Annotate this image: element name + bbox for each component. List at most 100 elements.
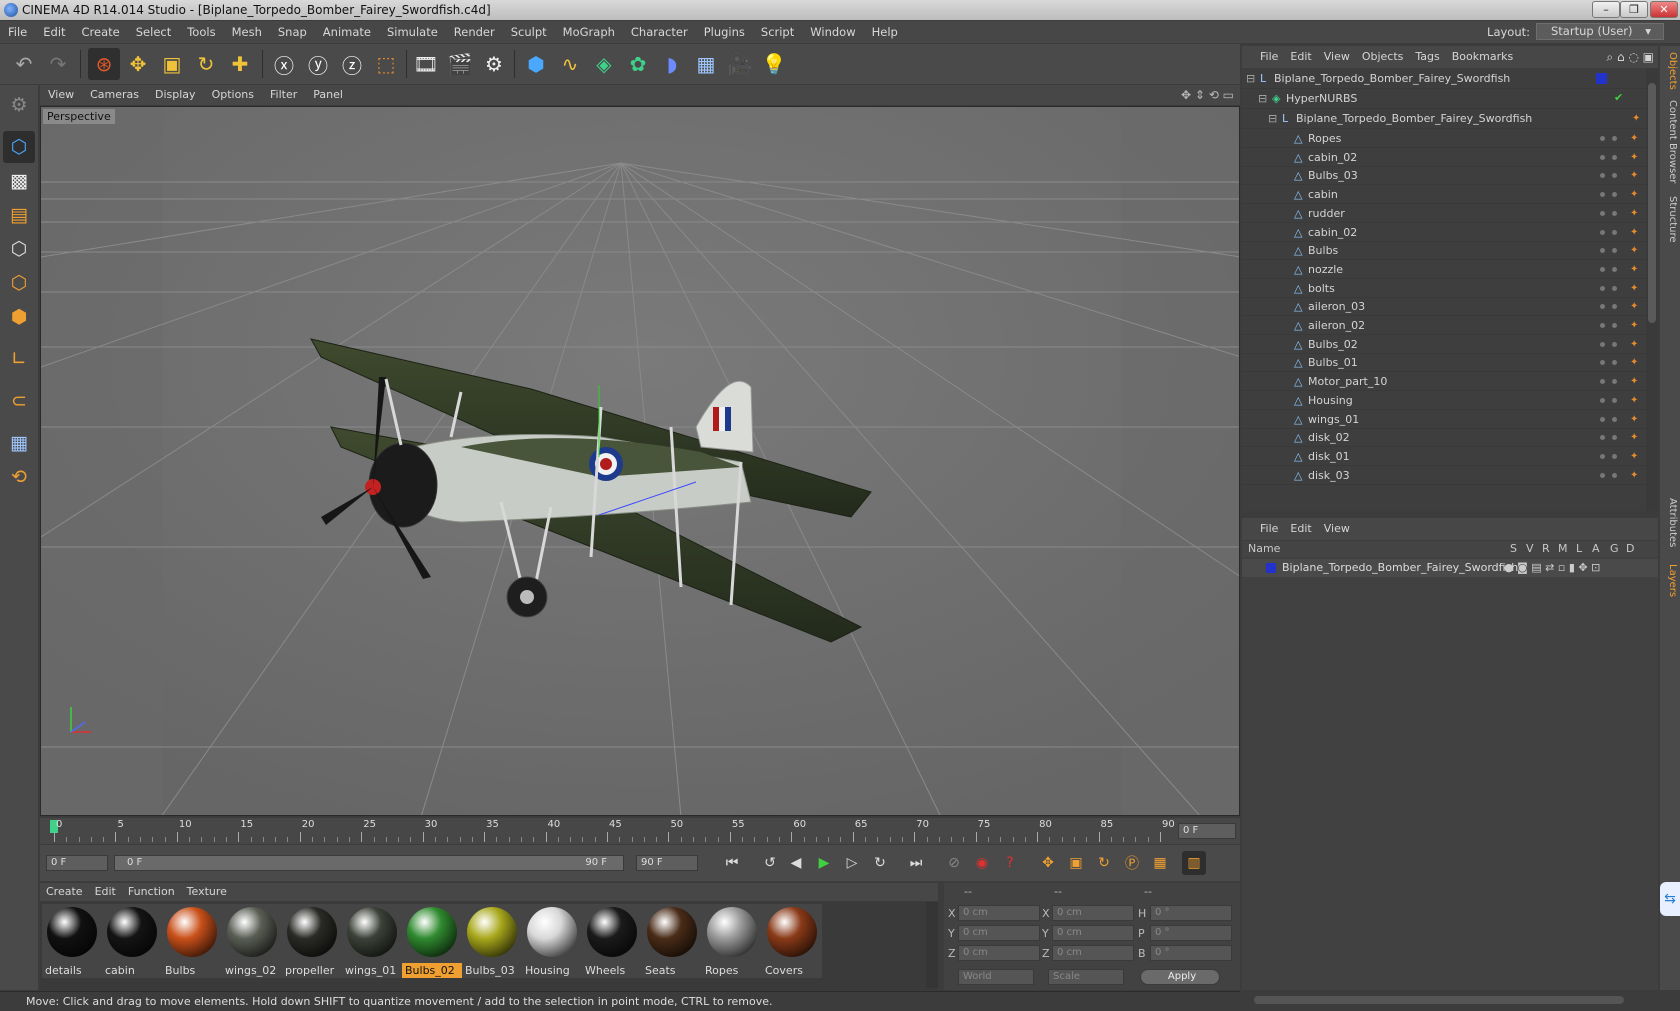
- viewport-menu-view[interactable]: View: [40, 85, 82, 105]
- previous-key-icon[interactable]: ↺: [758, 851, 782, 875]
- apply-button[interactable]: Apply: [1140, 969, 1220, 985]
- layer-color-swatch[interactable]: [1266, 563, 1276, 573]
- camera-icon[interactable]: 🎥: [724, 48, 756, 80]
- object-row[interactable]: △ Bulbs_01 ✦: [1242, 353, 1646, 373]
- nurbs-icon[interactable]: ◈: [588, 48, 620, 80]
- editor-visibility-dot[interactable]: [1600, 266, 1605, 272]
- object-row[interactable]: △ aileron_02 ✦: [1242, 316, 1646, 335]
- object-row-root[interactable]: ⊟ L Biplane_Torpedo_Bomber_Fairey_Swordf…: [1242, 69, 1646, 89]
- phong-tag-icon[interactable]: ✦: [1630, 395, 1642, 407]
- go-to-start-icon[interactable]: ⏮: [720, 851, 744, 875]
- object-row[interactable]: △ bolts ✦: [1242, 279, 1646, 298]
- viewport-menu-display[interactable]: Display: [147, 85, 204, 105]
- timeline-window-icon[interactable]: ▥: [1182, 851, 1206, 875]
- object-row[interactable]: △ cabin_02 ✦: [1242, 223, 1646, 242]
- material-swatch[interactable]: cabin: [102, 904, 162, 978]
- collapse-icon[interactable]: ⊟: [1268, 113, 1280, 125]
- object-row[interactable]: △ Motor_part_10 ✦: [1242, 372, 1646, 392]
- render-visibility-dot[interactable]: [1612, 266, 1617, 272]
- material-swatch[interactable]: wings_02: [222, 904, 282, 978]
- object-row[interactable]: △ Bulbs_02 ✦: [1242, 335, 1646, 354]
- floor-icon[interactable]: ▦: [690, 48, 722, 80]
- object-row[interactable]: △ disk_03 ✦: [1242, 466, 1646, 485]
- phong-tag-icon[interactable]: ✦: [1630, 227, 1642, 239]
- menu-window[interactable]: Window: [802, 21, 863, 43]
- coord-system-select[interactable]: World: [958, 969, 1034, 985]
- key-rotation-icon[interactable]: ↻: [1092, 851, 1116, 875]
- editor-visibility-dot[interactable]: [1600, 453, 1605, 459]
- phong-tag-icon[interactable]: ✦: [1630, 339, 1642, 351]
- render-picture-viewer-icon[interactable]: 🎬: [444, 48, 476, 80]
- phong-tag-icon[interactable]: ✦: [1630, 245, 1642, 257]
- menu-character[interactable]: Character: [623, 21, 696, 43]
- material-swatch[interactable]: Housing: [522, 904, 582, 978]
- object-row[interactable]: △ Housing ✦: [1242, 391, 1646, 410]
- menu-render[interactable]: Render: [446, 21, 503, 43]
- obj-search-icon[interactable]: ⌕ ⌂ ◌ ▣: [1606, 46, 1654, 68]
- phong-tag-icon[interactable]: ✦: [1630, 432, 1642, 444]
- layer-manager-hscrollbar[interactable]: [1242, 990, 1658, 1010]
- rotation-h-field[interactable]: 0 °: [1150, 905, 1232, 921]
- redo-button[interactable]: ↷: [42, 48, 74, 80]
- editor-visibility-dot[interactable]: [1600, 248, 1605, 254]
- phong-tag-icon[interactable]: ✦: [1630, 189, 1642, 201]
- render-visibility-dot[interactable]: [1612, 248, 1617, 254]
- position-z-field[interactable]: 0 cm: [958, 945, 1040, 961]
- editor-visibility-dot[interactable]: [1600, 304, 1605, 310]
- material-menu-create[interactable]: Create: [40, 883, 89, 901]
- tab-structure[interactable]: Structure: [1662, 196, 1678, 243]
- editor-visibility-dot[interactable]: [1600, 416, 1605, 422]
- object-row[interactable]: △ wings_01 ✦: [1242, 410, 1646, 429]
- object-row-hypernurbs[interactable]: ⊟ ◈ HyperNURBS ✔: [1242, 89, 1646, 109]
- cube-object-icon[interactable]: ⬢: [520, 48, 552, 80]
- snap-icon[interactable]: ⟲: [3, 461, 35, 493]
- object-row[interactable]: △ Bulbs_03 ✦: [1242, 166, 1646, 186]
- y-axis-lock-icon[interactable]: ⓨ: [302, 48, 334, 80]
- material-swatch[interactable]: Bulbs_02: [402, 904, 462, 978]
- menu-mesh[interactable]: Mesh: [224, 21, 270, 43]
- close-button[interactable]: ✕: [1650, 1, 1678, 18]
- obj-menu-bookmarks[interactable]: Bookmarks: [1446, 46, 1519, 68]
- layer-menu-file[interactable]: File: [1242, 518, 1284, 540]
- phong-tag-icon[interactable]: ✦: [1630, 376, 1642, 388]
- magnet-icon[interactable]: ⊂: [3, 385, 35, 417]
- object-row[interactable]: △ Bulbs ✦: [1242, 241, 1646, 261]
- rotation-b-field[interactable]: 0 °: [1150, 945, 1232, 961]
- viewport-menu-cameras[interactable]: Cameras: [82, 85, 147, 105]
- render-visibility-dot[interactable]: [1612, 285, 1617, 291]
- editor-visibility-dot[interactable]: [1600, 285, 1605, 291]
- next-key-icon[interactable]: ↻: [868, 851, 892, 875]
- workplane-mode-icon[interactable]: ▤: [3, 199, 35, 231]
- play-icon[interactable]: ▶: [812, 851, 836, 875]
- remote-support-icon[interactable]: ⇆: [1660, 882, 1680, 916]
- material-swatch[interactable]: propeller: [282, 904, 342, 978]
- go-to-end-icon[interactable]: ⏭: [904, 851, 928, 875]
- menu-script[interactable]: Script: [753, 21, 802, 43]
- render-visibility-dot[interactable]: [1612, 173, 1617, 179]
- viewport-menu-panel[interactable]: Panel: [305, 85, 351, 105]
- layout-select[interactable]: Startup (User) ▾: [1536, 23, 1664, 40]
- material-menu-function[interactable]: Function: [122, 883, 181, 901]
- spline-icon[interactable]: ∿: [554, 48, 586, 80]
- collapse-icon[interactable]: ⊟: [1246, 73, 1258, 85]
- add-tool-icon[interactable]: ✚: [224, 48, 256, 80]
- axis-mode-icon[interactable]: ∟: [3, 343, 35, 375]
- object-row[interactable]: △ nozzle ✦: [1242, 260, 1646, 279]
- render-visibility-dot[interactable]: [1612, 472, 1617, 478]
- editor-visibility-dot[interactable]: [1600, 397, 1605, 403]
- rotate-tool-icon[interactable]: ↻: [190, 48, 222, 80]
- key-position-icon[interactable]: ✥: [1036, 851, 1060, 875]
- material-scrollbar[interactable]: [926, 902, 938, 988]
- editor-visibility-dot[interactable]: [1600, 323, 1605, 328]
- editor-visibility-dot[interactable]: [1600, 136, 1605, 141]
- render-visibility-dot[interactable]: [1612, 397, 1617, 403]
- render-view-icon[interactable]: 🎞: [410, 48, 442, 80]
- phong-tag-icon[interactable]: ✦: [1630, 320, 1642, 332]
- editor-visibility-dot[interactable]: [1600, 435, 1605, 441]
- object-row[interactable]: △ Ropes ✦: [1242, 129, 1646, 148]
- timeline-ruler[interactable]: 0 5 10 15 20 25 30 35 40 45 50 55 60 65 70 75 80 85 90 0 F: [40, 818, 1240, 844]
- phong-tag-icon[interactable]: ✦: [1630, 451, 1642, 463]
- render-visibility-dot[interactable]: [1612, 192, 1617, 198]
- position-x-field[interactable]: 0 cm: [958, 905, 1040, 921]
- object-row[interactable]: △ cabin ✦: [1242, 185, 1646, 205]
